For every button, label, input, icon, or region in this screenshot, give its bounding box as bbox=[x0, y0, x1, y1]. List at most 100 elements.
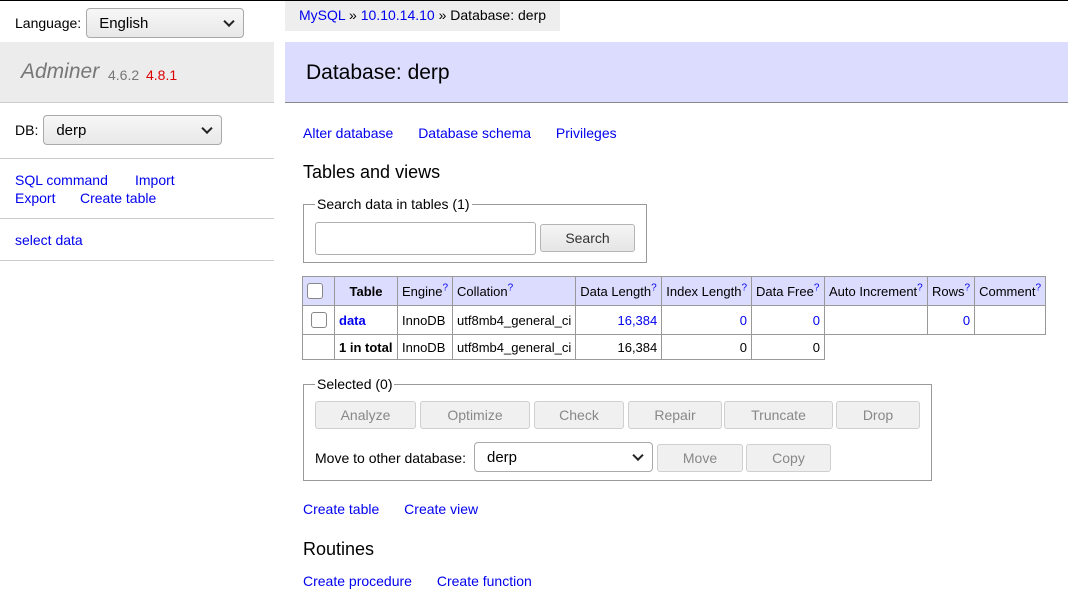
help-link[interactable]: ? bbox=[1035, 282, 1041, 293]
sql-command-link[interactable]: SQL command bbox=[15, 172, 108, 188]
move-button[interactable]: Move bbox=[657, 444, 743, 472]
db-value: derp bbox=[56, 121, 87, 139]
row-checkbox-cell bbox=[302, 305, 335, 335]
tables-grid: Table Engine? Collation? Data Length? In… bbox=[302, 276, 1047, 360]
new-version-link[interactable]: 4.8.1 bbox=[146, 67, 177, 83]
table-name-cell: data bbox=[334, 305, 398, 335]
help-link[interactable]: ? bbox=[917, 282, 923, 293]
export-link[interactable]: Export bbox=[15, 190, 55, 206]
breadcrumb-driver-link[interactable]: MySQL bbox=[299, 7, 345, 23]
repair-button[interactable]: Repair bbox=[628, 401, 722, 429]
divider bbox=[0, 260, 274, 261]
divider bbox=[0, 218, 274, 219]
help-link[interactable]: ? bbox=[965, 282, 971, 293]
row-checkbox[interactable] bbox=[310, 312, 327, 329]
search-legend: Search data in tables (1) bbox=[317, 196, 470, 212]
breadcrumb-server-link[interactable]: 10.10.14.10 bbox=[361, 7, 435, 23]
copy-button[interactable]: Copy bbox=[746, 444, 831, 472]
create-table-link[interactable]: Create table bbox=[303, 501, 379, 517]
sidebar-create-table-link[interactable]: Create table bbox=[80, 190, 156, 206]
col-comment-label: Comment bbox=[979, 283, 1036, 299]
col-collation: Collation? bbox=[452, 276, 577, 306]
data-free-link[interactable]: 0 bbox=[813, 313, 820, 328]
language-select[interactable]: English bbox=[86, 8, 245, 38]
total-engine-cell: InnoDB bbox=[396, 334, 454, 360]
auto-increment-cell bbox=[824, 305, 928, 335]
create-function-link[interactable]: Create function bbox=[437, 573, 532, 589]
create-view-link[interactable]: Create view bbox=[404, 501, 478, 517]
help-link[interactable]: ? bbox=[741, 282, 747, 293]
language-row: Language: English bbox=[15, 7, 245, 39]
move-label: Move to other database: bbox=[315, 450, 466, 466]
optimize-button[interactable]: Optimize bbox=[420, 401, 530, 429]
comment-cell bbox=[974, 305, 1047, 335]
help-link[interactable]: ? bbox=[442, 282, 448, 293]
brand-bar: Adminer 4.6.2 4.8.1 bbox=[0, 42, 274, 103]
search-button[interactable]: Search bbox=[540, 224, 635, 252]
data-length-cell: 16,384 bbox=[575, 305, 663, 335]
search-input[interactable] bbox=[315, 222, 536, 255]
col-index-length-label: Index Length bbox=[666, 283, 742, 299]
help-link[interactable]: ? bbox=[814, 282, 820, 293]
empty-cell bbox=[928, 335, 975, 360]
total-data-length-cell: 16,384 bbox=[575, 334, 663, 360]
table-name-link[interactable]: data bbox=[339, 313, 366, 328]
engine-cell: InnoDB bbox=[396, 305, 454, 335]
version-text: 4.6.2 bbox=[108, 67, 140, 83]
col-comment: Comment? bbox=[974, 276, 1047, 306]
help-link[interactable]: ? bbox=[651, 282, 657, 293]
breadcrumb-separator: » bbox=[434, 7, 451, 23]
total-label-cell: 1 in total bbox=[334, 334, 398, 360]
table-row: data InnoDB utf8mb4_general_ci 16,384 0 … bbox=[302, 305, 1047, 335]
index-length-cell: 0 bbox=[661, 305, 752, 335]
col-data-length-label: Data Length bbox=[580, 283, 652, 299]
import-link[interactable]: Import bbox=[135, 172, 175, 188]
select-all-checkbox[interactable] bbox=[307, 283, 323, 300]
move-db-select[interactable]: derp bbox=[474, 442, 653, 472]
database-schema-link[interactable]: Database schema bbox=[418, 125, 531, 141]
index-length-link[interactable]: 0 bbox=[740, 313, 747, 328]
col-rows-label: Rows bbox=[932, 283, 965, 299]
col-table: Table bbox=[334, 276, 398, 306]
col-collation-label: Collation bbox=[457, 283, 508, 299]
check-button[interactable]: Check bbox=[534, 401, 624, 429]
chevron-down-icon bbox=[201, 122, 214, 135]
privileges-link[interactable]: Privileges bbox=[556, 125, 617, 141]
page-header: Database: derp bbox=[285, 42, 1068, 103]
data-length-link[interactable]: 16,384 bbox=[617, 313, 657, 328]
total-index-length-cell: 0 bbox=[661, 334, 752, 360]
create-procedure-link[interactable]: Create procedure bbox=[303, 573, 412, 589]
adminer-logo-link[interactable]: Adminer bbox=[21, 60, 99, 84]
select-all-cell bbox=[302, 276, 335, 306]
selected-legend: Selected (0) bbox=[317, 376, 393, 392]
rows-cell: 0 bbox=[926, 305, 976, 335]
total-collation-cell: utf8mb4_general_ci bbox=[452, 334, 577, 360]
collation-cell: utf8mb4_general_ci bbox=[452, 305, 577, 335]
language-value: English bbox=[99, 14, 149, 32]
chevron-down-icon bbox=[632, 449, 644, 462]
db-select[interactable]: derp bbox=[43, 115, 223, 145]
analyze-button[interactable]: Analyze bbox=[315, 401, 416, 429]
col-rows: Rows? bbox=[926, 276, 976, 306]
total-row: 1 in total InnoDB utf8mb4_general_ci 16,… bbox=[302, 334, 1046, 360]
table-header-row: Table Engine? Collation? Data Length? In… bbox=[302, 276, 1047, 306]
tables-heading: Tables and views bbox=[303, 162, 441, 182]
empty-cell bbox=[975, 335, 1046, 360]
total-blank-cell bbox=[302, 334, 335, 360]
alter-database-link[interactable]: Alter database bbox=[303, 125, 393, 141]
breadcrumb: MySQL » 10.10.14.10 » Database: derp bbox=[285, 1, 561, 31]
col-auto-increment: Auto Increment? bbox=[824, 276, 928, 306]
empty-cell bbox=[825, 335, 928, 360]
col-table-label: Table bbox=[349, 283, 383, 299]
truncate-button[interactable]: Truncate bbox=[724, 401, 833, 429]
select-data-link[interactable]: select data bbox=[15, 232, 83, 248]
total-data-free-cell: 0 bbox=[751, 334, 825, 360]
routine-links: Create procedure Create function bbox=[303, 573, 553, 589]
rows-link[interactable]: 0 bbox=[963, 313, 970, 328]
breadcrumb-current: Database: derp bbox=[450, 7, 547, 23]
sidebar: Language: English Adminer 4.6.2 4.8.1 DB… bbox=[0, 1, 274, 589]
help-link[interactable]: ? bbox=[508, 282, 514, 293]
drop-button[interactable]: Drop bbox=[836, 401, 920, 429]
col-engine: Engine? bbox=[396, 276, 454, 306]
chevron-down-icon bbox=[223, 15, 235, 28]
